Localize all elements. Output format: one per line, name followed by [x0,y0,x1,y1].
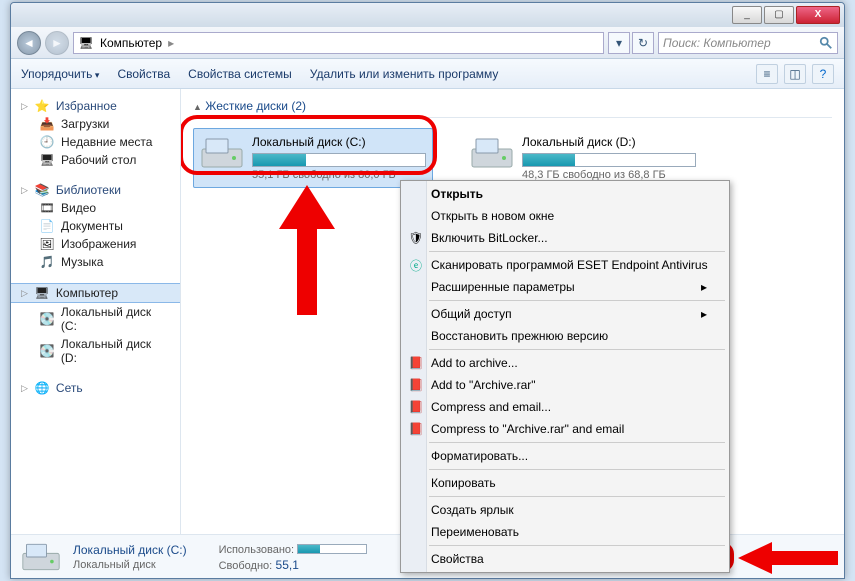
ctx-share[interactable]: Общий доступ▸ [403,303,727,325]
status-free-value: 55,1 [276,558,299,572]
drive-usage-bar [522,153,696,167]
ctx-copy[interactable]: Копировать [403,472,727,494]
ctx-add-to-archive[interactable]: 📕Add to archive... [403,352,727,374]
status-usage-bar [297,544,367,554]
view-mode-button[interactable]: ≡ [756,64,778,84]
libraries-icon: 📚 [34,183,50,197]
preview-pane-button[interactable]: ◫ [784,64,806,84]
computer-icon: 🖥 [78,36,94,50]
sidebar-item-music[interactable]: 🎵Музыка [11,253,180,271]
ctx-add-to-archive-rar[interactable]: 📕Add to "Archive.rar" [403,374,727,396]
sidebar-item-recent[interactable]: 🕘Недавние места [11,133,180,151]
status-used-label: Использовано: [219,544,295,556]
downloads-icon: 📥 [39,117,55,131]
search-input[interactable]: Поиск: Компьютер [658,32,838,54]
ctx-rename[interactable]: Переименовать [403,521,727,543]
network-icon: 🌐 [34,381,50,395]
drive-icon [21,540,61,574]
sidebar-item-documents[interactable]: 📄Документы [11,217,180,235]
pictures-icon: 🖼 [39,237,55,251]
shield-icon: 🛡 [407,231,425,245]
sidebar-computer-header[interactable]: ▷🖥Компьютер [11,283,180,303]
sidebar-item-drive-c[interactable]: 💽Локальный диск (C: [11,303,180,335]
computer-icon: 🖥 [34,286,50,300]
status-subtitle: Локальный диск [73,559,187,571]
eset-icon: ⓔ [407,257,425,274]
titlebar: _ ▢ X [11,3,844,27]
ctx-format[interactable]: Форматировать... [403,445,727,467]
toolbar: Упорядочить Свойства Свойства системы Уд… [11,59,844,89]
winrar-icon: 📕 [407,356,425,370]
close-button[interactable]: X [796,6,840,24]
sidebar-libraries-header[interactable]: ▷📚Библиотеки [11,181,180,199]
ctx-compress-rar-email[interactable]: 📕Compress to "Archive.rar" and email [403,418,727,440]
context-menu: Открыть Открыть в новом окне 🛡Включить B… [400,180,730,573]
winrar-icon: 📕 [407,422,425,436]
navbar: ◄ ► 🖥 Компьютер ▸ ▾ ↻ Поиск: Компьютер [11,27,844,59]
drive-icon: 💽 [39,312,55,326]
ctx-open[interactable]: Открыть [403,183,727,205]
winrar-icon: 📕 [407,400,425,414]
address-bar[interactable]: 🖥 Компьютер ▸ [73,32,604,54]
star-icon: ⭐ [34,99,50,113]
drive-label: Локальный диск (C:) [252,135,426,149]
drive-label: Локальный диск (D:) [522,135,696,149]
ctx-advanced-params[interactable]: Расширенные параметры▸ [403,276,727,298]
document-icon: 📄 [39,219,55,233]
recent-icon: 🕘 [39,135,55,149]
forward-button[interactable]: ► [45,31,69,55]
drive-d[interactable]: Локальный диск (D:) 48,3 ГБ свободно из … [463,128,703,188]
search-placeholder: Поиск: Компьютер [663,36,771,50]
drive-icon [470,135,514,171]
ctx-create-shortcut[interactable]: Создать ярлык [403,499,727,521]
sidebar-item-videos[interactable]: 🎞Видео [11,199,180,217]
sidebar-favorites-header[interactable]: ▷⭐Избранное [11,97,180,115]
status-free-label: Свободно: [219,560,273,572]
video-icon: 🎞 [39,201,55,215]
sidebar-item-downloads[interactable]: 📥Загрузки [11,115,180,133]
organize-menu[interactable]: Упорядочить [21,67,99,81]
breadcrumb-computer[interactable]: Компьютер [100,36,162,50]
system-properties-button[interactable]: Свойства системы [188,67,292,81]
sidebar-item-drive-d[interactable]: 💽Локальный диск (D: [11,335,180,367]
ctx-open-new-window[interactable]: Открыть в новом окне [403,205,727,227]
uninstall-button[interactable]: Удалить или изменить программу [310,67,499,81]
back-button[interactable]: ◄ [17,31,41,55]
section-hard-drives[interactable]: ▲ Жесткие диски (2) [193,95,832,118]
help-button[interactable]: ? [812,64,834,84]
ctx-restore-previous[interactable]: Восстановить прежнюю версию [403,325,727,347]
drive-c[interactable]: Локальный диск (C:) 55,1 ГБ свободно из … [193,128,433,188]
ctx-bitlocker[interactable]: 🛡Включить BitLocker... [403,227,727,249]
status-title: Локальный диск (C:) [73,543,187,557]
maximize-button[interactable]: ▢ [764,6,794,24]
sidebar: ▷⭐Избранное 📥Загрузки 🕘Недавние места 🖥Р… [11,89,181,534]
music-icon: 🎵 [39,255,55,269]
sidebar-item-pictures[interactable]: 🖼Изображения [11,235,180,253]
drive-icon: 💽 [39,344,55,358]
sidebar-item-desktop[interactable]: 🖥Рабочий стол [11,151,180,169]
dropdown-history-button[interactable]: ▾ [608,32,630,54]
sidebar-network-header[interactable]: ▷🌐Сеть [11,379,180,397]
properties-button[interactable]: Свойства [117,67,170,81]
annotation-arrow-up [277,185,337,315]
winrar-icon: 📕 [407,378,425,392]
ctx-properties[interactable]: Свойства [403,548,727,570]
search-icon [819,36,833,50]
ctx-eset-scan[interactable]: ⓔСканировать программой ESET Endpoint An… [403,254,727,276]
drive-icon [200,135,244,171]
desktop-icon: 🖥 [39,153,55,167]
minimize-button[interactable]: _ [732,6,762,24]
breadcrumb-sep: ▸ [168,36,174,50]
ctx-compress-email[interactable]: 📕Compress and email... [403,396,727,418]
refresh-button[interactable]: ↻ [632,32,654,54]
drive-usage-bar [252,153,426,167]
